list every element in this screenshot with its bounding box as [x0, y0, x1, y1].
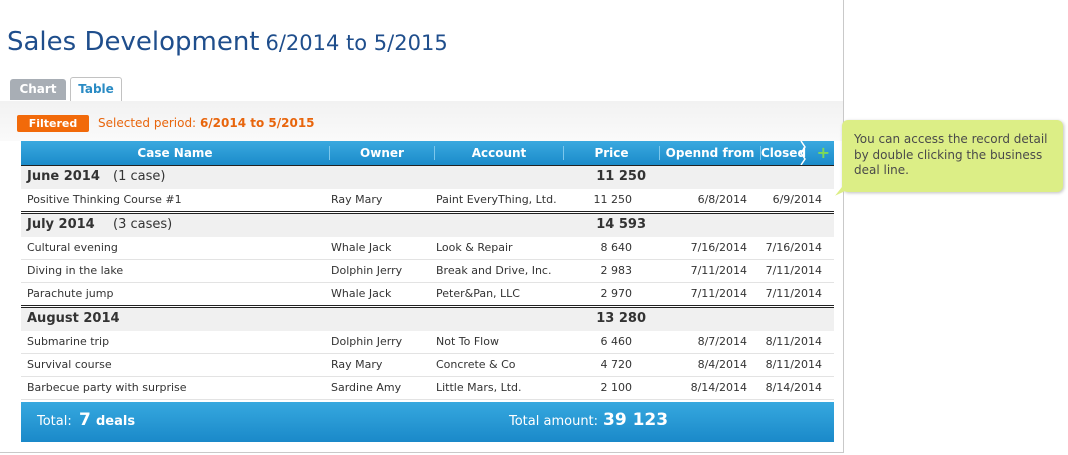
cell-case: Diving in the lake: [27, 264, 124, 277]
group-total: 11 250: [596, 169, 646, 184]
total-amount-label: Total amount:: [509, 414, 599, 429]
cell-closed: 8/11/2014: [765, 358, 822, 371]
group-count: (1 case): [113, 169, 166, 184]
group-row-june-2014[interactable]: June 2014 (1 case) 11 250: [21, 165, 834, 189]
cell-opened: 8/14/2014: [690, 381, 747, 394]
page-title: Sales Development 6/2014 to 5/2015: [7, 27, 448, 57]
col-case-name[interactable]: Case Name: [21, 141, 329, 165]
cell-account: Concrete & Co: [436, 358, 516, 371]
deals-table: Case Name Owner Account Price Opennd fro…: [21, 141, 834, 442]
cell-opened: 7/16/2014: [690, 241, 747, 254]
cell-opened: 8/7/2014: [697, 335, 747, 348]
selected-period: Selected period: 6/2014 to 5/2015: [98, 116, 315, 130]
group-total: 14 593: [596, 217, 646, 232]
group-name: June 2014: [27, 169, 100, 184]
group-name: July 2014: [27, 217, 95, 232]
cell-case: Cultural evening: [27, 241, 118, 254]
cell-owner: Dolphin Jerry: [331, 335, 403, 348]
cell-owner: Sardine Amy: [331, 381, 402, 394]
cell-price: 11 250: [593, 193, 633, 206]
table-row[interactable]: Barbecue party with surprise Sardine Amy…: [21, 377, 834, 400]
help-tooltip: You can access the record detail by doub…: [830, 120, 1063, 196]
table-row[interactable]: Cultural evening Whale Jack Look & Repai…: [21, 237, 834, 260]
cell-owner: Whale Jack: [331, 241, 392, 254]
cell-price: 2 970: [600, 287, 633, 300]
group-total: 13 280: [596, 311, 646, 326]
selected-period-label: Selected period:: [98, 116, 197, 130]
cell-account: Peter&Pan, LLC: [436, 287, 520, 300]
table-header: Case Name Owner Account Price Opennd fro…: [21, 141, 834, 165]
deals-label: deals: [96, 414, 136, 429]
tooltip-text: You can access the record detail by doub…: [854, 132, 1048, 177]
cell-closed: 8/14/2014: [765, 381, 822, 394]
group-count: (3 cases): [113, 217, 173, 232]
selected-period-value: 6/2014 to 5/2015: [199, 116, 315, 130]
col-account[interactable]: Account: [435, 141, 563, 165]
cell-account: Not To Flow: [436, 335, 499, 348]
cell-price: 4 720: [600, 358, 633, 371]
table-row[interactable]: Positive Thinking Course #1 Ray Mary Pai…: [21, 189, 834, 212]
cell-opened: 8/4/2014: [697, 358, 747, 371]
col-price[interactable]: Price: [564, 141, 659, 165]
filtered-badge[interactable]: Filtered: [17, 115, 89, 132]
cell-closed: 7/16/2014: [765, 241, 822, 254]
group-row-july-2014[interactable]: July 2014 (3 cases) 14 593: [21, 213, 834, 237]
table-row[interactable]: Parachute jump Whale Jack Peter&Pan, LLC…: [21, 283, 834, 306]
table-footer: Total: 7 deals Total amount: 39 123: [21, 402, 834, 442]
add-icon[interactable]: +: [817, 141, 830, 165]
page-title-main: Sales Development: [7, 27, 260, 57]
table-row[interactable]: Diving in the lake Dolphin Jerry Break a…: [21, 260, 834, 283]
cell-price: 6 460: [600, 335, 633, 348]
total-amount-value: 39 123: [603, 410, 669, 430]
tab-chart[interactable]: Chart: [10, 79, 66, 100]
cell-account: Look & Repair: [436, 241, 513, 254]
cell-case: Parachute jump: [27, 287, 114, 300]
cell-closed: 7/11/2014: [765, 264, 822, 277]
table-row[interactable]: Submarine trip Dolphin Jerry Not To Flow…: [21, 331, 834, 354]
cell-closed: 6/9/2014: [772, 193, 822, 206]
cell-opened: 6/8/2014: [697, 193, 747, 206]
cell-case: Submarine trip: [27, 335, 110, 348]
cell-price: 2 100: [600, 381, 633, 394]
total-value: 7: [79, 410, 91, 430]
cell-account: Break and Drive, Inc.: [436, 264, 552, 277]
cell-case: Barbecue party with surprise: [27, 381, 187, 394]
col-opened[interactable]: Opennd from: [660, 141, 760, 165]
sales-panel: Sales Development 6/2014 to 5/2015 Chart …: [0, 0, 844, 453]
cell-account: Little Mars, Ltd.: [436, 381, 522, 394]
cell-owner: Ray Mary: [331, 193, 383, 206]
cell-owner: Dolphin Jerry: [331, 264, 403, 277]
cell-price: 2 983: [600, 264, 633, 277]
cell-owner: Whale Jack: [331, 287, 392, 300]
cell-case: Positive Thinking Course #1: [27, 193, 182, 206]
view-tabs: Chart Table: [0, 77, 843, 102]
group-name: August 2014: [27, 311, 120, 326]
table-row[interactable]: Survival course Ray Mary Concrete & Co 4…: [21, 354, 834, 377]
tab-table[interactable]: Table: [70, 77, 122, 102]
cell-case: Survival course: [27, 358, 112, 371]
cell-opened: 7/11/2014: [690, 287, 747, 300]
cell-account: Paint EveryThing, Ltd.: [436, 193, 557, 206]
group-row-august-2014[interactable]: August 2014 13 280: [21, 307, 834, 331]
cell-opened: 7/11/2014: [690, 264, 747, 277]
cell-price: 8 640: [600, 241, 633, 254]
page-title-period: 6/2014 to 5/2015: [265, 31, 448, 55]
col-owner[interactable]: Owner: [330, 141, 434, 165]
cell-closed: 8/11/2014: [765, 335, 822, 348]
cell-closed: 7/11/2014: [765, 287, 822, 300]
total-label: Total:: [37, 414, 72, 429]
cell-owner: Ray Mary: [331, 358, 383, 371]
column-cut-marker: [800, 141, 806, 165]
